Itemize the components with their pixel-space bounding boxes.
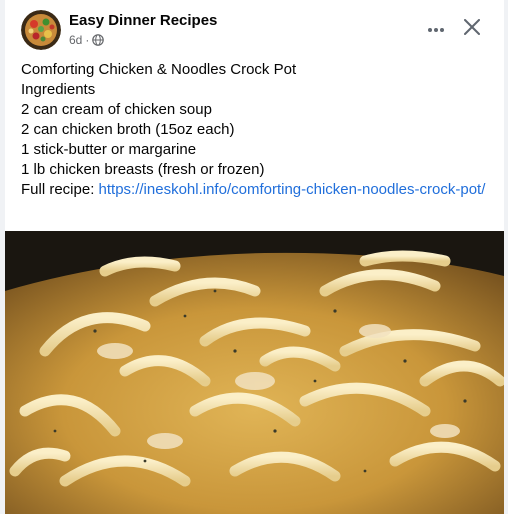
close-button[interactable] xyxy=(457,14,487,44)
meta-separator: · xyxy=(85,33,90,47)
post-card: Easy Dinner Recipes 6d · Comforting Chic… xyxy=(5,0,504,514)
post-header: Easy Dinner Recipes 6d · xyxy=(5,0,504,60)
post-time[interactable]: 6d xyxy=(69,33,82,47)
post-meta: 6d · xyxy=(69,33,105,47)
full-recipe-line: Full recipe: https://ineskohl.info/comfo… xyxy=(21,180,491,200)
close-icon xyxy=(464,18,480,40)
ingredient-line: 1 stick-butter or margarine xyxy=(21,141,197,158)
page-avatar[interactable] xyxy=(21,10,61,50)
post-photo[interactable] xyxy=(5,231,504,514)
post-title-line: Comforting Chicken & Noodles Crock Pot xyxy=(21,61,297,78)
more-options-button[interactable] xyxy=(421,14,451,44)
page-name[interactable]: Easy Dinner Recipes xyxy=(69,12,217,29)
ingredient-line: 1 lb chicken breasts (fresh or frozen) xyxy=(21,161,265,178)
ingredients-heading: Ingredients xyxy=(21,81,96,98)
ingredient-line: 2 can chicken broth (15oz each) xyxy=(21,121,235,138)
more-horizontal-icon xyxy=(427,20,445,38)
full-recipe-label: Full recipe: xyxy=(21,181,95,198)
post-text: Comforting Chicken & Noodles Crock Pot I… xyxy=(21,60,491,200)
ingredient-line: 2 can cream of chicken soup xyxy=(21,101,212,118)
recipe-link[interactable]: https://ineskohl.info/comforting-chicken… xyxy=(99,181,486,198)
globe-icon xyxy=(92,34,105,46)
